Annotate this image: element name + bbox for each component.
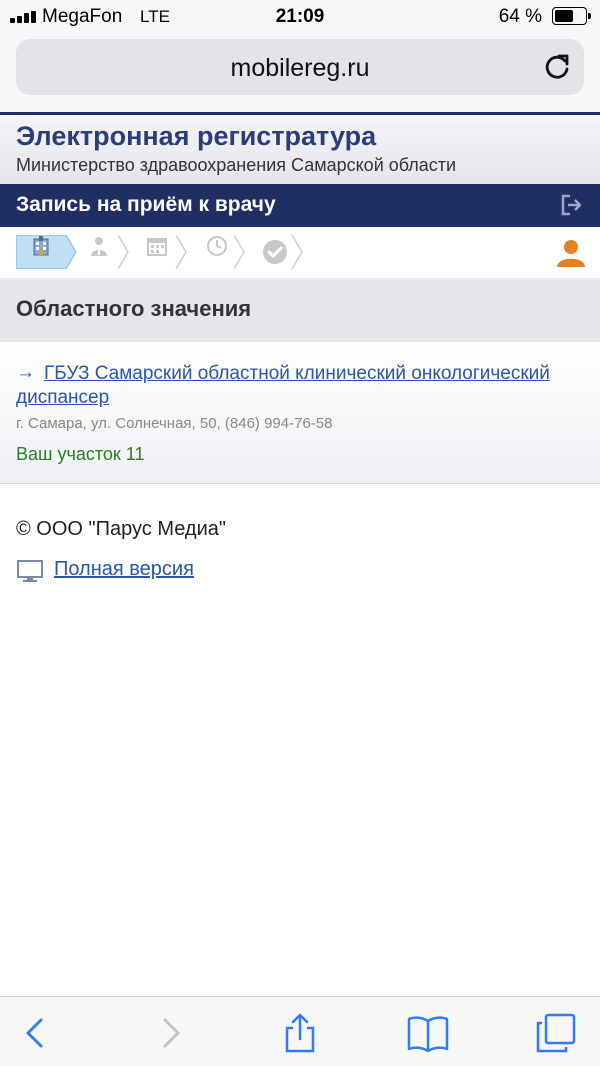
step-time[interactable]	[188, 235, 250, 269]
check-icon	[263, 240, 287, 264]
step-calendar[interactable]	[130, 235, 192, 269]
clinic-address: г. Самара, ул. Солнечная, 50, (846) 994-…	[16, 415, 333, 432]
battery-icon	[552, 7, 591, 25]
browser-address-bar: mobilereg.ru	[0, 34, 600, 112]
step-hospital[interactable]	[16, 235, 78, 269]
hospital-icon	[33, 236, 49, 256]
section-header: Областного значения	[0, 278, 600, 342]
doctor-icon	[91, 237, 107, 256]
logout-icon[interactable]	[560, 194, 584, 216]
site-title[interactable]: Электронная регистратура	[16, 121, 376, 152]
clinic-link[interactable]: ГБУЗ Самарский областной клинический онк…	[16, 362, 576, 410]
site-subtitle: Министерство здравоохранения Самарской о…	[16, 155, 457, 175]
section-title: Областного значения	[16, 296, 252, 321]
step-doctor[interactable]	[72, 235, 134, 269]
copyright-text: © ООО "Парус Медиа"	[16, 518, 226, 540]
step-confirm[interactable]	[246, 235, 308, 269]
back-icon[interactable]	[16, 1013, 56, 1053]
clinic-district: Ваш участок 11	[16, 444, 145, 464]
share-icon[interactable]	[280, 1013, 320, 1053]
tabs-icon[interactable]	[536, 1013, 576, 1053]
nav-title: Запись на приём к врачу	[16, 193, 276, 216]
bookmarks-icon[interactable]	[406, 1013, 450, 1053]
url-text: mobilereg.ru	[230, 54, 370, 82]
site-header: Электронная регистратура Министерство зд…	[0, 112, 600, 184]
calendar-icon	[147, 238, 167, 256]
nav-bar: Запись на приём к врачу	[0, 184, 600, 227]
battery-percent: 64 %	[498, 6, 542, 27]
step-progress	[0, 227, 600, 278]
url-field[interactable]: mobilereg.ru	[16, 39, 584, 95]
reload-icon[interactable]	[542, 52, 572, 82]
status-bar: MegaFon LTE 21:09 64 %	[0, 0, 600, 34]
full-version-link[interactable]: Полная версия	[54, 558, 194, 581]
forward-icon[interactable]	[150, 1013, 190, 1053]
browser-toolbar	[0, 996, 600, 1066]
list-item[interactable]: → ГБУЗ Самарский областной клинический о…	[0, 342, 600, 484]
user-icon[interactable]	[556, 239, 586, 267]
monitor-icon	[17, 560, 43, 582]
clock-icon	[207, 236, 227, 256]
